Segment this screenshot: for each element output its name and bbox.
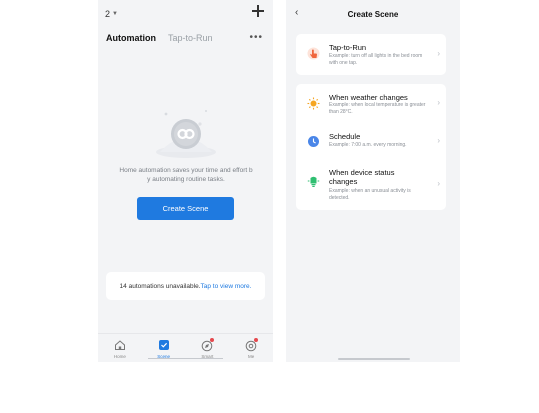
chevron-right-icon: › (437, 136, 440, 145)
create-scene-button[interactable]: Create Scene (137, 197, 234, 220)
automation-options-card: When weather changes Example: when local… (296, 84, 446, 210)
nav-home[interactable]: Home (98, 334, 142, 362)
unavailable-notice[interactable]: 14 automations unavailable. Tap to view m… (106, 272, 265, 300)
view-more-link[interactable]: Tap to view more. (201, 283, 252, 290)
nav-me-label: Me (247, 354, 255, 359)
home-selector[interactable]: 2 ▼ (105, 9, 118, 19)
page-title: Create Scene (347, 10, 399, 19)
empty-state-message: Home automation saves your time and effo… (119, 167, 253, 183)
option-tap-to-run[interactable]: Tap-to-Run Example: turn off all lights … (296, 34, 446, 75)
option-title: When weather changes (329, 93, 408, 102)
add-icon[interactable] (251, 4, 265, 18)
notification-dot (254, 338, 259, 342)
tap-to-run-card: Tap-to-Run Example: turn off all lights … (296, 34, 446, 75)
home-selector-label: 2 (105, 9, 111, 19)
clock-icon (308, 136, 319, 147)
home-indicator (338, 358, 410, 360)
empty-state-illustration (156, 110, 216, 158)
nav-me[interactable]: Me (229, 334, 273, 362)
house-icon (114, 340, 125, 350)
option-description: Example: when local temperature is great… (329, 102, 426, 115)
sun-icon (307, 97, 320, 110)
tap-hand-icon (307, 47, 320, 60)
automation-screen: 2 ▼ Automation Tap-to-Run ••• Home autom… (98, 0, 273, 362)
chevron-right-icon: › (437, 179, 440, 188)
chevron-right-icon: › (437, 98, 440, 107)
option-title: Tap-to-Run (329, 43, 367, 52)
nav-home-label: Home (113, 354, 126, 359)
compass-icon-wrap (201, 338, 215, 352)
option-description: Example: turn off all lights in the bed … (329, 53, 423, 66)
option-description: Example: 7:00 a.m. every morning. (329, 142, 407, 148)
device-icon (307, 176, 320, 187)
scene-tabs: Automation Tap-to-Run (106, 33, 213, 43)
chevron-down-icon: ▼ (112, 11, 118, 17)
notification-dot (210, 338, 215, 342)
option-device-status[interactable]: When device status changes Example: when… (296, 160, 446, 206)
tab-tap-to-run[interactable]: Tap-to-Run (168, 33, 213, 43)
checkbox-icon (158, 340, 169, 350)
option-title: When device status changes (329, 168, 395, 186)
option-schedule[interactable]: Schedule Example: 7:00 a.m. every mornin… (296, 124, 446, 154)
home-indicator (148, 358, 223, 359)
notice-text: 14 automations unavailable. (119, 282, 201, 290)
chevron-right-icon: › (437, 49, 440, 58)
create-scene-screen: ‹ Create Scene Tap-to-Run Example: turn … (286, 0, 460, 362)
option-description: Example: when an unusual activity is det… (329, 188, 411, 201)
option-weather[interactable]: When weather changes Example: when local… (296, 84, 446, 120)
more-options-icon[interactable]: ••• (249, 32, 263, 43)
tab-automation[interactable]: Automation (106, 33, 156, 43)
option-title: Schedule (329, 132, 361, 141)
gear-icon-wrap (245, 338, 259, 352)
